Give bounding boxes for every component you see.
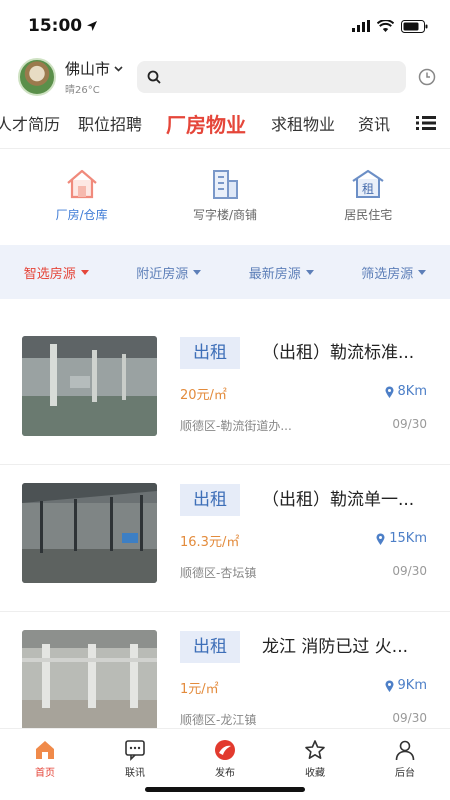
tab-resume[interactable]: 人才简历: [0, 102, 60, 148]
filter-latest[interactable]: 最新房源: [249, 263, 314, 282]
list-item[interactable]: 出租 （出租）勒流标准... 20元/㎡ 8Km 顺德区-勒流街道办... 09…: [0, 318, 450, 465]
filter-label: 智选房源: [23, 266, 76, 282]
status-time-text: 15:00: [28, 16, 83, 36]
user-icon: [395, 740, 415, 761]
category-label: 厂房/仓库: [55, 207, 108, 222]
category-factory-warehouse[interactable]: 厂房/仓库: [17, 168, 147, 223]
category-label: 居民住宅: [344, 207, 393, 222]
filter-smart[interactable]: 智选房源: [24, 263, 89, 282]
status-bar: 15:00: [0, 0, 450, 52]
rent-house-icon: 租: [352, 169, 384, 198]
triangle-down-icon: [193, 269, 202, 275]
weather-text: 晴26°C: [65, 85, 100, 96]
triangle-down-icon: [80, 269, 89, 275]
category-tabs: 人才简历 职位招聘 厂房物业 求租物业 资讯: [0, 102, 450, 149]
category-residential[interactable]: 租 居民住宅: [303, 168, 433, 223]
menu-list-icon[interactable]: [416, 115, 436, 131]
listing-distance: 15Km: [376, 531, 427, 546]
listing-tag: 出租: [180, 484, 240, 516]
factory-house-icon: [66, 169, 97, 198]
category-office-shop[interactable]: 写字楼/商铺: [160, 168, 290, 223]
listing-location: 顺德区-龙江镇: [180, 713, 257, 727]
publish-logo-icon: [215, 740, 235, 760]
triangle-down-icon: [418, 269, 427, 275]
history-clock-icon[interactable]: [418, 68, 436, 86]
tabbar-backend[interactable]: 后台: [370, 739, 440, 800]
search-input[interactable]: [137, 61, 406, 93]
location-pin-icon: [385, 386, 394, 398]
list-item[interactable]: 出租 龙江 消防已过 火... 1元/㎡ 9Km 顺德区-龙江镇 09/30: [0, 612, 450, 728]
category-label: 写字楼/商铺: [192, 207, 257, 222]
listing-date: 09/30: [392, 564, 427, 578]
status-time: 15:00: [28, 16, 98, 36]
distance-text: 8Km: [397, 384, 427, 399]
rent-icon-text: 租: [362, 182, 374, 196]
header: 佛山市 晴26°C: [0, 52, 450, 102]
battery-icon: [401, 19, 428, 33]
filter-advanced[interactable]: 筛选房源: [361, 263, 427, 282]
tabbar-label: 发布: [215, 768, 235, 779]
tab-news[interactable]: 资讯: [358, 102, 390, 148]
search-icon: [147, 70, 161, 84]
tabbar-label: 收藏: [305, 768, 325, 779]
filter-bar: 智选房源 附近房源 最新房源 筛选房源: [0, 245, 450, 299]
tabbar-label: 联讯: [125, 768, 145, 779]
city-selector[interactable]: 佛山市 晴26°C: [65, 58, 123, 96]
listing-list: 出租 （出租）勒流标准... 20元/㎡ 8Km 顺德区-勒流街道办... 09…: [0, 318, 450, 728]
listing-price: 20元/㎡: [180, 388, 227, 403]
listing-location: 顺德区-勒流街道办...: [180, 419, 292, 433]
filter-label: 最新房源: [248, 266, 301, 282]
distance-text: 15Km: [389, 531, 427, 546]
listing-title: 龙江 消防已过 火...: [262, 637, 409, 657]
filter-label: 筛选房源: [361, 266, 414, 282]
list-item[interactable]: 出租 （出租）勒流单一... 16.3元/㎡ 15Km 顺德区-杏坛镇 09/3…: [0, 465, 450, 612]
avatar[interactable]: [18, 58, 56, 96]
listing-title: （出租）勒流单一...: [262, 490, 415, 510]
location-pin-icon: [376, 533, 385, 545]
chevron-down-icon: [114, 65, 123, 72]
listing-date: 09/30: [392, 417, 427, 431]
listing-price: 16.3元/㎡: [180, 535, 240, 550]
listing-tag: 出租: [180, 337, 240, 369]
star-icon: [305, 740, 325, 759]
home-indicator: [145, 787, 305, 792]
property-type-categories: 厂房/仓库 写字楼/商铺 租 居民住宅: [0, 149, 450, 241]
wifi-icon: [377, 20, 394, 32]
location-arrow-icon: [87, 21, 98, 31]
tabbar-label: 后台: [395, 768, 415, 779]
listing-photo: [22, 483, 157, 583]
tabbar-home[interactable]: 首页: [10, 739, 80, 800]
home-icon: [36, 741, 54, 759]
listing-distance: 9Km: [385, 678, 427, 693]
listing-photo: [22, 630, 157, 728]
chat-bubble-icon: [125, 740, 145, 761]
listing-tag: 出租: [180, 631, 240, 663]
distance-text: 9Km: [397, 678, 427, 693]
listing-price: 1元/㎡: [180, 682, 219, 697]
listing-title: （出租）勒流标准...: [262, 343, 415, 363]
listing-location: 顺德区-杏坛镇: [180, 566, 257, 580]
office-building-icon: [212, 169, 238, 199]
listing-date: 09/30: [392, 711, 427, 725]
location-pin-icon: [385, 680, 394, 692]
triangle-down-icon: [305, 269, 314, 275]
tabbar-label: 首页: [35, 768, 55, 779]
signal-icon: [352, 20, 370, 32]
tab-factory-property[interactable]: 厂房物业: [166, 102, 246, 148]
tab-jobs[interactable]: 职位招聘: [78, 102, 142, 148]
filter-nearby[interactable]: 附近房源: [136, 263, 202, 282]
filter-label: 附近房源: [136, 266, 189, 282]
tab-rental-wanted[interactable]: 求租物业: [271, 102, 335, 148]
city-name: 佛山市: [65, 60, 111, 78]
listing-distance: 8Km: [385, 384, 427, 399]
listing-photo: [22, 336, 157, 436]
